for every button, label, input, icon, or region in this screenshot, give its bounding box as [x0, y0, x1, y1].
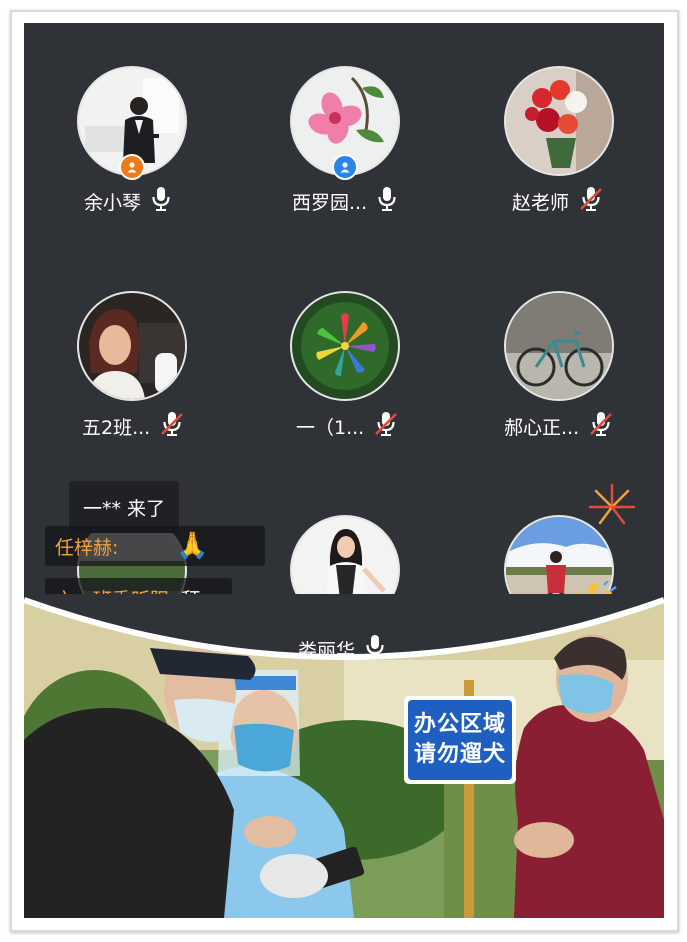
join-notice-text: 一** 来了 [83, 497, 166, 520]
participant-avatar[interactable] [504, 66, 614, 176]
participant-name-row: 余小琴 [84, 186, 171, 216]
admin-badge-icon [332, 154, 358, 180]
participant-avatar[interactable] [77, 66, 187, 180]
voice-room-panel: 余小琴 西罗园... 赵老师 五2班... 一（1... 郝心正... 一** … [24, 23, 664, 623]
microphone-muted-icon[interactable] [579, 186, 603, 217]
microphone-muted-icon[interactable] [160, 411, 184, 442]
participant-avatar[interactable] [290, 66, 400, 180]
microphone-icon[interactable] [377, 186, 397, 217]
participant-name-row: 郝心正... [504, 411, 613, 441]
fireworks-icon [586, 481, 638, 533]
participant-name: 赵老师 [512, 191, 570, 214]
avatar-image [504, 66, 614, 176]
participant-name-row: 赵老师 [512, 186, 603, 216]
avatar-image [77, 291, 187, 401]
sign-line: 办公区域 [413, 712, 506, 737]
microphone-icon[interactable] [151, 186, 171, 217]
microphone-icon[interactable] [365, 634, 385, 665]
participant-name: 娄丽华 [298, 639, 356, 662]
participant-name: 一（1... [296, 416, 365, 439]
sign-text: 办公区域 请勿遛犬 [404, 710, 516, 770]
participant-name-row: 娄丽华 [298, 634, 385, 664]
chat-message: 任梓赫: 🙏 [45, 526, 265, 566]
sign-line: 请勿遛犬 [413, 742, 506, 767]
participant-name: 西罗园... [292, 191, 368, 214]
microphone-muted-icon[interactable] [589, 411, 613, 442]
participant-avatar[interactable] [504, 291, 614, 401]
avatar-image [504, 291, 614, 401]
chat-sender[interactable]: 任梓赫: [55, 533, 118, 560]
participant-name: 五2班... [82, 416, 151, 439]
participant-name: 余小琴 [84, 191, 142, 214]
participant-name-row: 一（1... [296, 411, 398, 441]
participant-name: 郝心正... [504, 416, 580, 439]
participant-avatar[interactable] [77, 291, 187, 401]
host-badge-icon [119, 154, 145, 180]
microphone-muted-icon[interactable] [374, 411, 398, 442]
participant-avatar[interactable] [290, 291, 400, 401]
participant-name-row: 西罗园... [292, 186, 397, 216]
chat-text: 🙏 [176, 531, 209, 561]
avatar-image [290, 291, 400, 401]
participant-name-row: 五2班... [82, 411, 184, 441]
